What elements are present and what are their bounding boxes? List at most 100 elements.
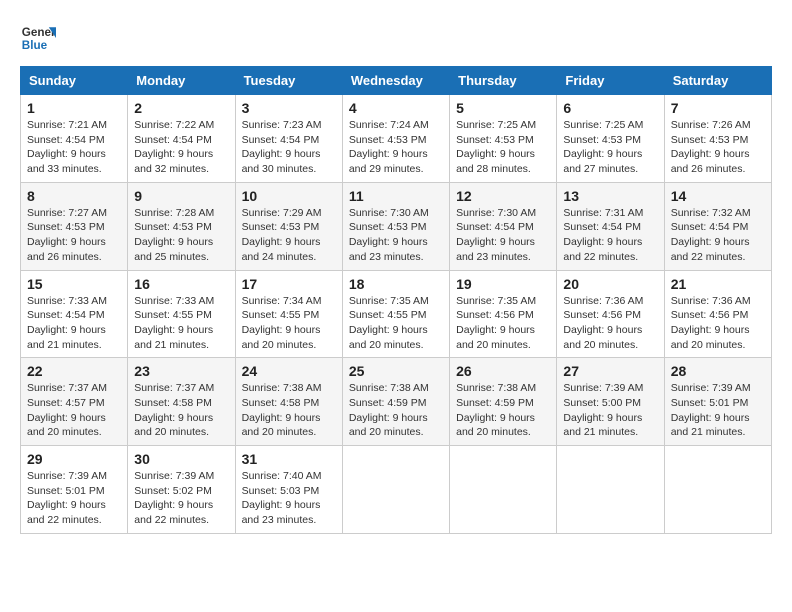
calendar-day-cell: 20 Sunrise: 7:36 AMSunset: 4:56 PMDayligh… <box>557 270 664 358</box>
day-number: 12 <box>456 188 550 204</box>
calendar-col-header: Wednesday <box>342 67 449 95</box>
logo: General Blue <box>20 20 56 56</box>
calendar-col-header: Sunday <box>21 67 128 95</box>
day-number: 3 <box>242 100 336 116</box>
day-number: 20 <box>563 276 657 292</box>
day-number: 1 <box>27 100 121 116</box>
calendar-day-cell: 2 Sunrise: 7:22 AMSunset: 4:54 PMDaylight… <box>128 95 235 183</box>
calendar-day-cell: 23 Sunrise: 7:37 AMSunset: 4:58 PMDayligh… <box>128 358 235 446</box>
calendar-day-cell: 18Sunrise: 7:35 AMSunset: 4:55 PMDayligh… <box>342 270 449 358</box>
day-number: 17 <box>242 276 336 292</box>
calendar-day-cell <box>557 446 664 534</box>
day-info: Sunrise: 7:38 AMSunset: 4:58 PMDaylight:… <box>242 381 336 440</box>
day-number: 26 <box>456 363 550 379</box>
calendar-day-cell: 8 Sunrise: 7:27 AMSunset: 4:53 PMDaylight… <box>21 182 128 270</box>
day-info: Sunrise: 7:29 AMSunset: 4:53 PMDaylight:… <box>242 206 336 265</box>
day-info: Sunrise: 7:39 AMSunset: 5:01 PMDaylight:… <box>671 381 765 440</box>
calendar-day-cell <box>664 446 771 534</box>
calendar-week-row: 1 Sunrise: 7:21 AMSunset: 4:54 PMDaylight… <box>21 95 772 183</box>
calendar-header-row: SundayMondayTuesdayWednesdayThursdayFrid… <box>21 67 772 95</box>
day-number: 30 <box>134 451 228 467</box>
day-number: 2 <box>134 100 228 116</box>
calendar-day-cell: 24Sunrise: 7:38 AMSunset: 4:58 PMDayligh… <box>235 358 342 446</box>
calendar-day-cell: 17 Sunrise: 7:34 AMSunset: 4:55 PMDayligh… <box>235 270 342 358</box>
calendar-day-cell: 21 Sunrise: 7:36 AMSunset: 4:56 PMDayligh… <box>664 270 771 358</box>
calendar-week-row: 15 Sunrise: 7:33 AMSunset: 4:54 PMDayligh… <box>21 270 772 358</box>
day-info: Sunrise: 7:33 AMSunset: 4:55 PMDaylight:… <box>134 294 228 353</box>
calendar-col-header: Saturday <box>664 67 771 95</box>
day-number: 10 <box>242 188 336 204</box>
calendar-day-cell: 28 Sunrise: 7:39 AMSunset: 5:01 PMDayligh… <box>664 358 771 446</box>
calendar-col-header: Tuesday <box>235 67 342 95</box>
day-number: 13 <box>563 188 657 204</box>
calendar-day-cell: 27 Sunrise: 7:39 AMSunset: 5:00 PMDayligh… <box>557 358 664 446</box>
day-info: Sunrise: 7:36 AMSunset: 4:56 PMDaylight:… <box>671 294 765 353</box>
day-info: Sunrise: 7:26 AMSunset: 4:53 PMDaylight:… <box>671 118 765 177</box>
calendar-day-cell: 9Sunrise: 7:28 AMSunset: 4:53 PMDaylight… <box>128 182 235 270</box>
day-info: Sunrise: 7:30 AMSunset: 4:53 PMDaylight:… <box>349 206 443 265</box>
day-info: Sunrise: 7:35 AMSunset: 4:56 PMDaylight:… <box>456 294 550 353</box>
calendar-day-cell: 5Sunrise: 7:25 AMSunset: 4:53 PMDaylight… <box>450 95 557 183</box>
calendar-day-cell: 12 Sunrise: 7:30 AMSunset: 4:54 PMDayligh… <box>450 182 557 270</box>
day-info: Sunrise: 7:21 AMSunset: 4:54 PMDaylight:… <box>27 118 121 177</box>
day-info: Sunrise: 7:40 AMSunset: 5:03 PMDaylight:… <box>242 469 336 528</box>
calendar-day-cell <box>342 446 449 534</box>
day-info: Sunrise: 7:37 AMSunset: 4:58 PMDaylight:… <box>134 381 228 440</box>
day-info: Sunrise: 7:23 AMSunset: 4:54 PMDaylight:… <box>242 118 336 177</box>
calendar-week-row: 29 Sunrise: 7:39 AMSunset: 5:01 PMDayligh… <box>21 446 772 534</box>
calendar-day-cell <box>450 446 557 534</box>
day-number: 29 <box>27 451 121 467</box>
day-number: 22 <box>27 363 121 379</box>
day-number: 28 <box>671 363 765 379</box>
day-info: Sunrise: 7:39 AMSunset: 5:02 PMDaylight:… <box>134 469 228 528</box>
day-info: Sunrise: 7:36 AMSunset: 4:56 PMDaylight:… <box>563 294 657 353</box>
day-info: Sunrise: 7:24 AMSunset: 4:53 PMDaylight:… <box>349 118 443 177</box>
calendar-day-cell: 7 Sunrise: 7:26 AMSunset: 4:53 PMDaylight… <box>664 95 771 183</box>
calendar-day-cell: 30 Sunrise: 7:39 AMSunset: 5:02 PMDayligh… <box>128 446 235 534</box>
calendar-day-cell: 15 Sunrise: 7:33 AMSunset: 4:54 PMDayligh… <box>21 270 128 358</box>
day-info: Sunrise: 7:34 AMSunset: 4:55 PMDaylight:… <box>242 294 336 353</box>
day-info: Sunrise: 7:33 AMSunset: 4:54 PMDaylight:… <box>27 294 121 353</box>
day-info: Sunrise: 7:38 AMSunset: 4:59 PMDaylight:… <box>349 381 443 440</box>
day-number: 23 <box>134 363 228 379</box>
logo-icon: General Blue <box>20 20 56 56</box>
calendar-day-cell: 29 Sunrise: 7:39 AMSunset: 5:01 PMDayligh… <box>21 446 128 534</box>
page-header: General Blue <box>20 20 772 56</box>
calendar-day-cell: 31 Sunrise: 7:40 AMSunset: 5:03 PMDayligh… <box>235 446 342 534</box>
calendar-col-header: Friday <box>557 67 664 95</box>
day-info: Sunrise: 7:25 AMSunset: 4:53 PMDaylight:… <box>456 118 550 177</box>
day-number: 16 <box>134 276 228 292</box>
calendar-day-cell: 14Sunrise: 7:32 AMSunset: 4:54 PMDayligh… <box>664 182 771 270</box>
calendar-day-cell: 16 Sunrise: 7:33 AMSunset: 4:55 PMDayligh… <box>128 270 235 358</box>
day-number: 25 <box>349 363 443 379</box>
day-info: Sunrise: 7:27 AMSunset: 4:53 PMDaylight:… <box>27 206 121 265</box>
day-info: Sunrise: 7:39 AMSunset: 5:00 PMDaylight:… <box>563 381 657 440</box>
calendar-day-cell: 1 Sunrise: 7:21 AMSunset: 4:54 PMDaylight… <box>21 95 128 183</box>
day-number: 21 <box>671 276 765 292</box>
calendar-day-cell: 26Sunrise: 7:38 AMSunset: 4:59 PMDayligh… <box>450 358 557 446</box>
calendar-day-cell: 10 Sunrise: 7:29 AMSunset: 4:53 PMDayligh… <box>235 182 342 270</box>
calendar-body: 1 Sunrise: 7:21 AMSunset: 4:54 PMDaylight… <box>21 95 772 534</box>
day-info: Sunrise: 7:22 AMSunset: 4:54 PMDaylight:… <box>134 118 228 177</box>
day-info: Sunrise: 7:39 AMSunset: 5:01 PMDaylight:… <box>27 469 121 528</box>
day-info: Sunrise: 7:37 AMSunset: 4:57 PMDaylight:… <box>27 381 121 440</box>
calendar-col-header: Thursday <box>450 67 557 95</box>
day-info: Sunrise: 7:25 AMSunset: 4:53 PMDaylight:… <box>563 118 657 177</box>
day-number: 7 <box>671 100 765 116</box>
calendar-day-cell: 25 Sunrise: 7:38 AMSunset: 4:59 PMDayligh… <box>342 358 449 446</box>
day-number: 4 <box>349 100 443 116</box>
day-number: 8 <box>27 188 121 204</box>
day-number: 19 <box>456 276 550 292</box>
day-number: 14 <box>671 188 765 204</box>
calendar-day-cell: 22 Sunrise: 7:37 AMSunset: 4:57 PMDayligh… <box>21 358 128 446</box>
day-info: Sunrise: 7:30 AMSunset: 4:54 PMDaylight:… <box>456 206 550 265</box>
calendar-day-cell: 11 Sunrise: 7:30 AMSunset: 4:53 PMDayligh… <box>342 182 449 270</box>
svg-text:Blue: Blue <box>22 39 48 52</box>
day-number: 31 <box>242 451 336 467</box>
day-number: 27 <box>563 363 657 379</box>
day-info: Sunrise: 7:31 AMSunset: 4:54 PMDaylight:… <box>563 206 657 265</box>
day-number: 11 <box>349 188 443 204</box>
day-number: 15 <box>27 276 121 292</box>
calendar-week-row: 8 Sunrise: 7:27 AMSunset: 4:53 PMDaylight… <box>21 182 772 270</box>
calendar-day-cell: 4 Sunrise: 7:24 AMSunset: 4:53 PMDaylight… <box>342 95 449 183</box>
